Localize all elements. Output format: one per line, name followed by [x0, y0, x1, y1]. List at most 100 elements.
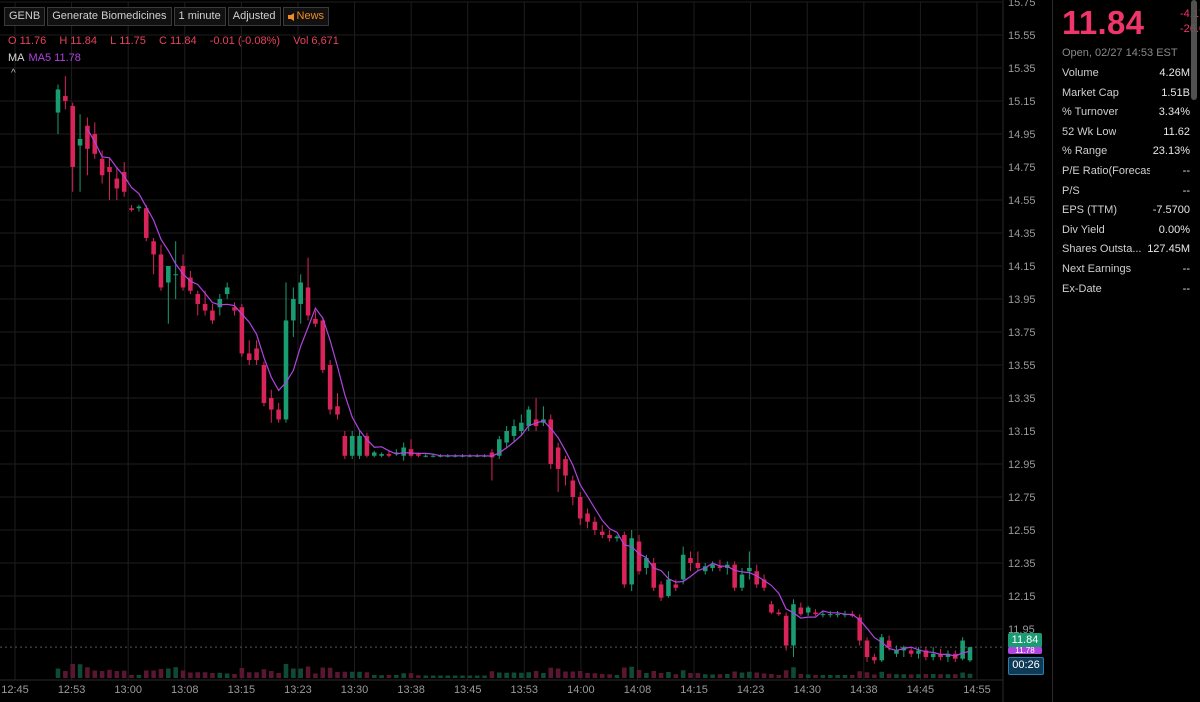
volume-bar — [644, 673, 649, 678]
y-tick-label: 13.15 — [1008, 426, 1036, 438]
panel-scrollbar[interactable] — [1191, 0, 1197, 100]
stat-row: P/E Ratio(Forecast) -- — [1062, 162, 1190, 182]
candle-body — [592, 521, 598, 530]
candle-body — [504, 431, 509, 443]
stat-row: P/S -- — [1062, 182, 1190, 202]
ma-label[interactable]: MA — [8, 52, 25, 64]
interval-button[interactable]: 1 minute — [173, 7, 226, 26]
x-tick-label: 14:23 — [737, 684, 765, 696]
volume-bar — [651, 671, 657, 678]
x-tick-label: 14:45 — [907, 684, 935, 696]
candle-body — [710, 564, 715, 568]
volume-bar — [511, 672, 517, 678]
volume-bar — [467, 675, 473, 678]
company-name-button[interactable]: Generate Biomedicines — [47, 7, 172, 26]
candle-body — [805, 607, 811, 613]
candle-body — [820, 614, 826, 616]
ma-value: MA5 11.78 — [28, 52, 81, 64]
volume-bar — [761, 673, 767, 678]
stat-label: P/E Ratio(Forecast) — [1062, 164, 1150, 177]
candle-body — [430, 455, 436, 457]
stat-value: 11.62 — [1163, 125, 1190, 138]
x-tick-label: 12:45 — [1, 684, 29, 696]
candle-body — [754, 571, 759, 585]
stat-row: 52 Wk Low 11.62 — [1062, 123, 1190, 143]
x-tick-label: 13:23 — [284, 684, 312, 696]
stat-label: Shares Outsta... — [1062, 243, 1142, 256]
y-tick-label: 12.55 — [1008, 525, 1036, 537]
volume-bar — [776, 675, 782, 678]
volume-bar — [77, 664, 83, 678]
candle-body — [77, 138, 83, 146]
volume-bar — [930, 674, 936, 678]
volume-bar — [121, 670, 127, 678]
x-tick-label: 14:15 — [680, 684, 708, 696]
candle-body — [872, 657, 877, 661]
stat-value: 1.51B — [1161, 86, 1190, 99]
candle-body — [585, 513, 590, 522]
y-tick-label: 13.75 — [1008, 327, 1036, 339]
candle-body — [357, 435, 362, 456]
volume-bar — [474, 675, 480, 678]
candle-body — [217, 299, 223, 308]
volume-bar — [180, 670, 186, 678]
x-tick-label: 14:38 — [850, 684, 878, 696]
volume-bar — [349, 671, 355, 678]
volume-bar — [504, 672, 509, 678]
candle-body — [423, 455, 429, 457]
volume-bar — [416, 675, 421, 678]
symbol-button[interactable]: GENB — [4, 7, 46, 26]
volume-label: Vol — [293, 35, 309, 47]
candlestick-chart[interactable]: 11.9512.1512.3512.5512.7512.9513.1513.35… — [0, 0, 1052, 702]
candle-body — [158, 254, 164, 288]
candle-body — [680, 554, 686, 580]
volume-bar — [622, 667, 627, 678]
volume-bar — [298, 668, 303, 678]
adjust-button[interactable]: Adjusted — [227, 7, 281, 26]
candle-body — [563, 459, 568, 476]
candle-body — [607, 534, 612, 539]
volume-bar — [725, 674, 730, 678]
y-tick-label: 14.75 — [1008, 162, 1036, 174]
volume-bar — [63, 671, 68, 678]
stat-row: Ex-Date -- — [1062, 280, 1190, 300]
collapse-caret-icon[interactable]: ^ — [11, 68, 16, 79]
ma-readout: MA MA5 11.78 — [8, 52, 81, 64]
volume-bar — [386, 675, 392, 678]
volume-bar — [754, 672, 759, 678]
candle-body — [886, 640, 892, 648]
quote-panel: 11.84 -4.17 -26.03% Open, 02/27 14:53 ES… — [1053, 0, 1200, 702]
candle-body — [63, 96, 68, 101]
volume-bar — [923, 674, 929, 678]
volume-bar — [92, 670, 98, 678]
volume-bar — [614, 675, 620, 678]
volume-bar — [320, 667, 326, 678]
y-tick-label: 14.15 — [1008, 261, 1036, 273]
candle-body — [960, 640, 965, 659]
volume-bar — [607, 674, 612, 678]
volume-bar — [166, 668, 171, 678]
volume-bar — [114, 671, 120, 678]
market-status: Open, 02/27 14:53 EST — [1062, 47, 1178, 59]
volume-bar — [747, 671, 752, 678]
candle-body — [599, 531, 605, 535]
stat-row: Next Earnings -- — [1062, 260, 1190, 280]
volume-bar — [629, 666, 634, 678]
volume-bar — [570, 671, 576, 678]
candle-body — [555, 447, 561, 469]
candle-body — [335, 406, 340, 415]
volume-bar — [805, 674, 811, 678]
volume-bar — [489, 671, 495, 678]
volume-bar — [791, 667, 796, 678]
candle-body — [747, 567, 752, 572]
volume-bar — [960, 672, 965, 678]
candle-body — [136, 206, 142, 209]
stat-row: Market Cap 1.51B — [1062, 84, 1190, 104]
volume-bar — [438, 675, 443, 678]
y-tick-label: 15.55 — [1008, 30, 1036, 42]
volume-bar — [850, 675, 855, 678]
chart-area[interactable]: 11.95 12.15 12.35 12.55 12.75 12.95 13.15 13.35… — [0, 0, 1052, 702]
volume-bar — [658, 673, 664, 678]
news-button[interactable]: News — [282, 7, 330, 26]
candle-body — [276, 409, 281, 420]
